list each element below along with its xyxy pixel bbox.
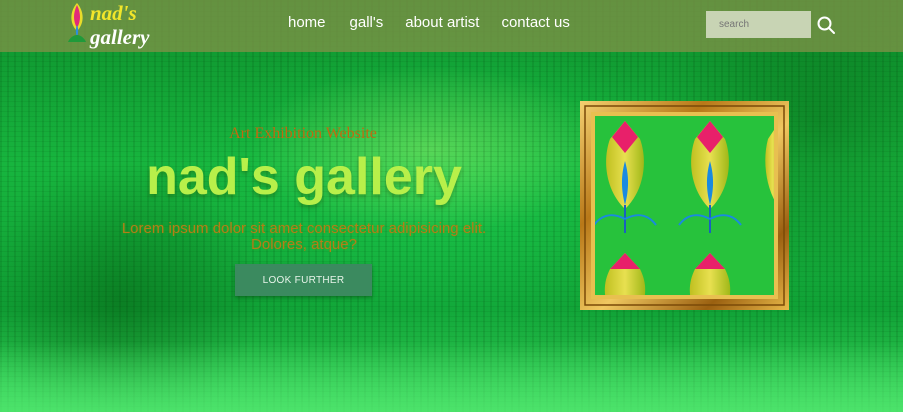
brand-name: nad's gallery bbox=[90, 1, 149, 49]
main-nav: home gall's about artist contact us bbox=[278, 13, 580, 33]
nav-contact-us[interactable]: contact us bbox=[491, 13, 579, 33]
brand-line-2: gallery bbox=[90, 25, 150, 49]
tulip-flower-icon bbox=[68, 3, 86, 42]
hero-title: nad's gallery bbox=[146, 148, 462, 206]
search-input[interactable] bbox=[706, 11, 811, 38]
look-further-button[interactable]: LOOK FURTHER bbox=[235, 264, 372, 296]
hero-description: Lorem ipsum dolor sit amet consectetur a… bbox=[80, 221, 528, 253]
brand-line-1: nad's bbox=[90, 1, 137, 25]
hero-subtitle: Art Exhibition Website bbox=[229, 125, 377, 142]
framed-artwork bbox=[580, 101, 789, 310]
nav-galls[interactable]: gall's bbox=[340, 13, 394, 33]
logo[interactable]: nad's gallery bbox=[66, 0, 166, 52]
navbar: nad's gallery home gall's about artist c… bbox=[0, 0, 903, 52]
hero-description-line-1: Lorem ipsum dolor sit amet consectetur a… bbox=[121, 220, 487, 237]
search-icon[interactable] bbox=[816, 15, 836, 35]
nav-about-artist[interactable]: about artist bbox=[395, 13, 489, 33]
hero-description-line-2: Dolores, atque? bbox=[251, 236, 357, 253]
nav-home[interactable]: home bbox=[278, 13, 336, 33]
